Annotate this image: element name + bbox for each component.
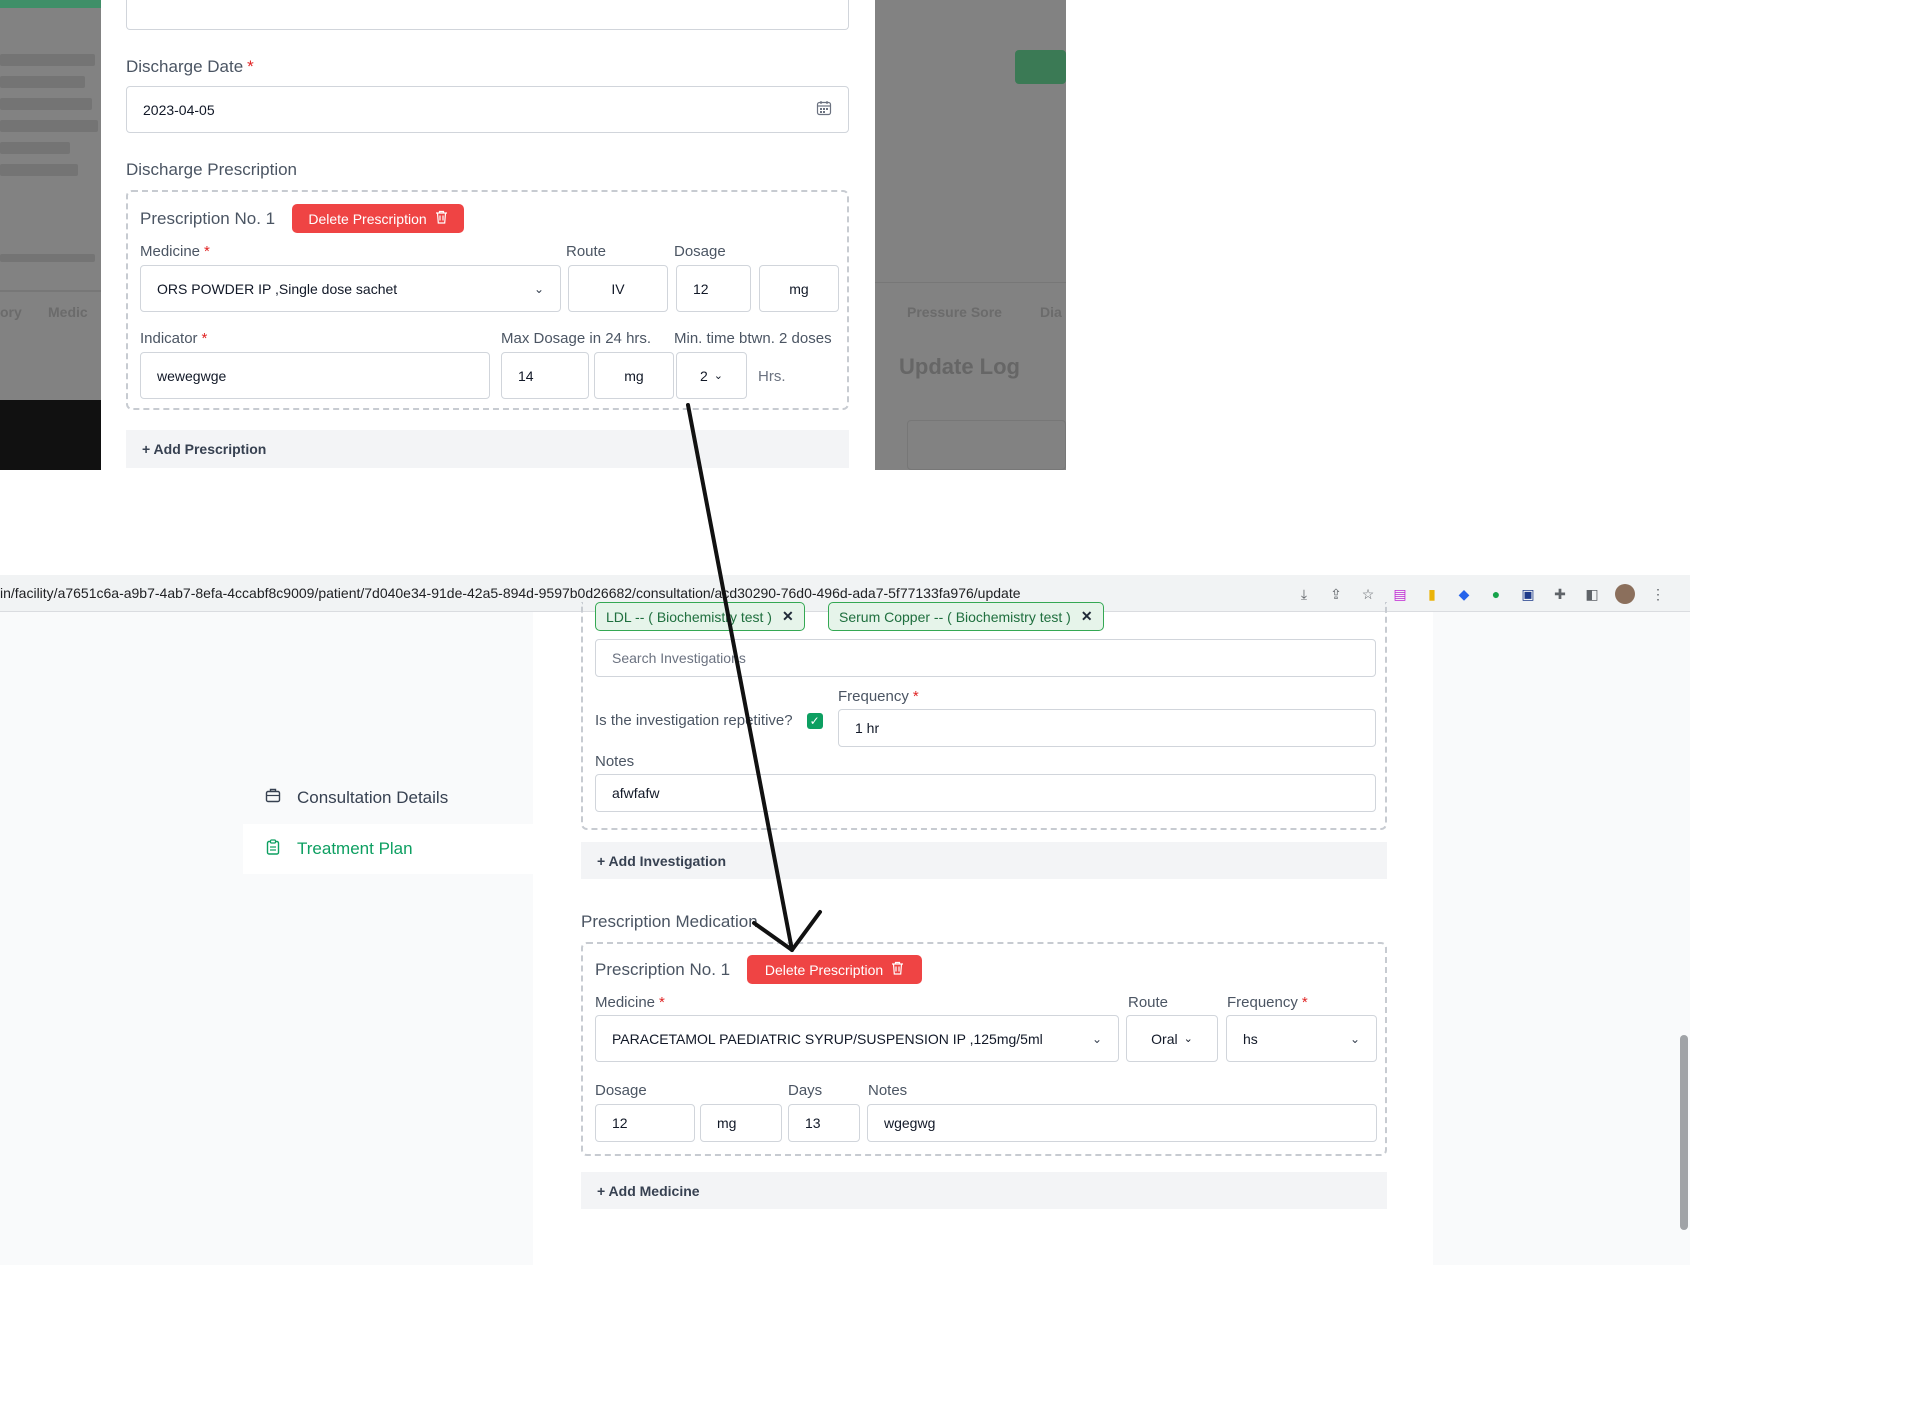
annotation-arrow: [686, 403, 822, 952]
